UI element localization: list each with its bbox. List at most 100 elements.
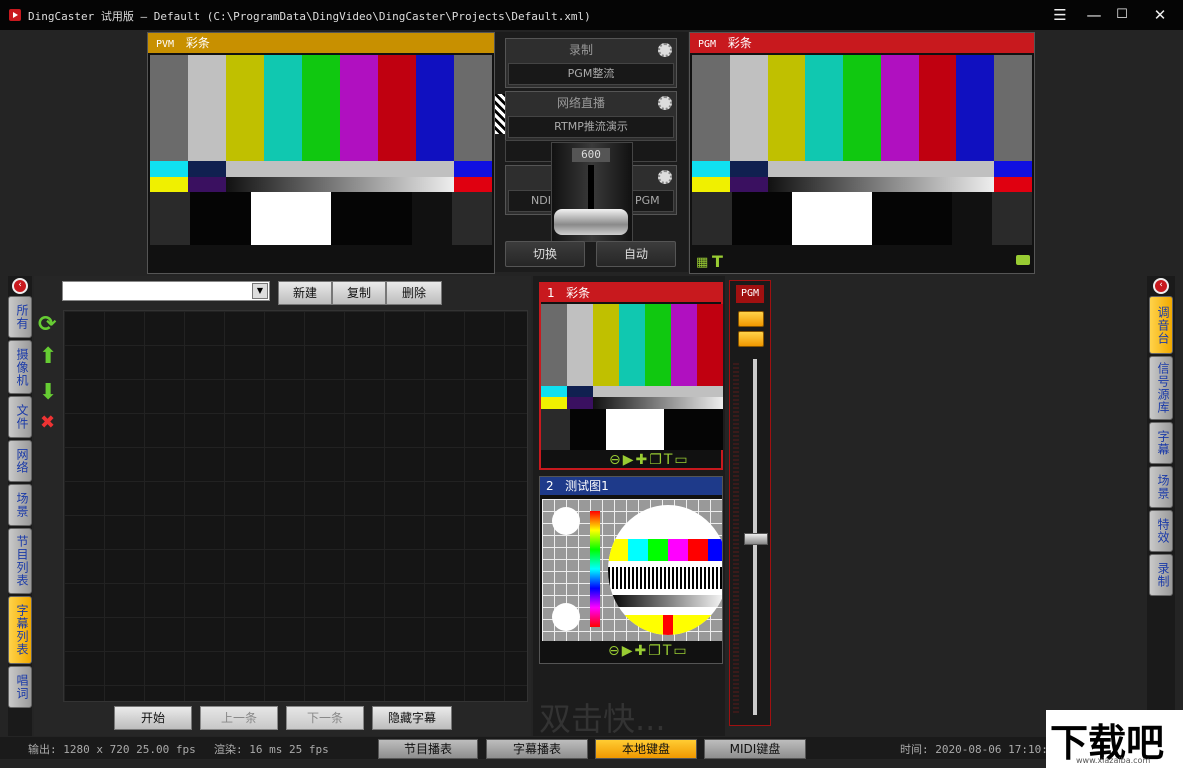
ndi-gear-icon[interactable] [658,170,672,184]
next-button[interactable]: 下一条 [286,706,364,730]
monitor-icon[interactable]: ▭ [673,643,688,659]
copy-button[interactable]: 复制 [332,281,386,305]
pvm-header: PVM 彩条 [148,33,494,53]
text-icon[interactable]: T [664,452,675,468]
copy-icon[interactable]: ❐ [648,643,663,659]
t-bar-handle[interactable] [554,209,628,235]
text-icon[interactable]: T [663,643,674,659]
t-bar[interactable]: 600 [551,142,633,242]
source-card[interactable]: 1 彩条 ⊖▶✚❐T▭ [539,282,723,470]
remove-icon[interactable]: ✖ [40,412,55,433]
record-panel: 录制 PGM整流 [505,38,677,88]
cut-button[interactable]: 切换 [505,241,585,267]
start-button[interactable]: 开始 [114,706,192,730]
right-tab-1[interactable]: 信号源库 [1149,356,1173,420]
render-status: 渲染: 16 ms 25 fps [214,743,329,756]
left-tab-7[interactable]: 唱词 [8,666,32,708]
watermark: 下载吧 www.xiazaiba.com [1046,710,1183,768]
collapse-right-icon[interactable]: ‹ [1153,278,1169,294]
stream-value[interactable]: RTMP推流演示 [508,116,674,138]
snapshot-icon[interactable] [1016,255,1030,265]
source-toolbar: ⊖▶✚❐T▭ [609,452,690,468]
right-tab-3[interactable]: 场景 [1149,466,1173,508]
test-pattern-thumbnail [542,499,722,641]
level-meter [733,363,739,713]
left-tab-1[interactable]: 摄像机 [8,340,32,394]
pgm-audio-strip: PGM [729,280,771,726]
window-title: DingCaster 试用版 — Default (C:\ProgramData… [28,10,591,23]
minimize-button[interactable]: — [1082,4,1106,26]
pgm-source-name: 彩条 [727,36,752,50]
pvm-color-bars [150,55,492,245]
add-icon[interactable]: ✚ [635,643,649,659]
maximize-button[interactable]: ☐ [1110,4,1134,26]
right-tab-2[interactable]: 字幕 [1149,422,1173,464]
collapse-left-icon[interactable]: ‹ [12,278,28,294]
right-tab-4[interactable]: 特效 [1149,510,1173,552]
title-bar: DingCaster 试用版 — Default (C:\ProgramData… [0,0,1183,30]
output-status: 输出: 1280 x 720 25.00 fps [28,743,196,756]
add-icon[interactable]: ✚ [636,452,650,468]
bottom-tab-2[interactable]: 本地键盘 [595,739,697,759]
left-tab-2[interactable]: 文件 [8,396,32,438]
qr-code [495,94,505,134]
subtitle-select[interactable]: ▼ [62,281,270,301]
close-button[interactable]: ✕ [1148,4,1172,26]
right-tab-5[interactable]: 录制 [1149,554,1173,596]
grid-icon[interactable]: ▦ [696,255,708,270]
refresh-icon[interactable]: ⟳ [38,312,56,337]
time-status: 时间: 2020-08-06 17:10:1 [900,743,1055,756]
left-tab-0[interactable]: 所有 [8,296,32,338]
pvm-monitor[interactable]: PVM 彩条 [147,32,495,274]
t-bar-value: 600 [572,148,610,162]
pvm-source-name: 彩条 [185,36,210,50]
stream-panel: 网络直播 RTMP推流演示 [505,91,677,141]
remove-source-icon[interactable]: ⊖ [609,452,623,468]
app-icon [9,9,21,21]
source-header: 1 彩条 [541,284,721,302]
new-button[interactable]: 新建 [278,281,332,305]
auto-button[interactable]: 自动 [596,241,676,267]
left-tab-5[interactable]: 节目列表 [8,528,32,594]
subtitle-list-grid[interactable] [63,310,528,702]
menu-icon[interactable]: ☰ [1048,4,1072,26]
play-icon[interactable]: ▶ [623,452,636,468]
pgm-tag: PGM [698,39,717,50]
source-index: 1 [547,286,555,300]
bottom-tab-1[interactable]: 字幕播表 [486,739,588,759]
pvm-tag: PVM [156,39,175,50]
prev-button[interactable]: 上一条 [200,706,278,730]
right-tab-0[interactable]: 调音台 [1149,296,1173,354]
copy-icon[interactable]: ❐ [649,452,664,468]
center-control-panel: 录制 PGM整流 网络直播 RTMP推流演示 直播 NDI- PGM 600 切… [495,32,688,272]
solo-button[interactable] [738,331,764,347]
bottom-tab-3[interactable]: MIDI键盘 [704,739,806,759]
play-icon[interactable]: ▶ [622,643,635,659]
source-card[interactable]: 2 测试图1 ⊖▶✚❐T▭ [539,476,723,664]
hide-subtitle-button[interactable]: 隐藏字幕 [372,706,452,730]
dropdown-arrow-icon[interactable]: ▼ [252,283,268,299]
ndi-value-right: PGM [635,194,660,207]
move-up-icon[interactable]: ⬆ [39,344,57,369]
drop-hint: 双击快... [539,700,666,738]
mute-button[interactable] [738,311,764,327]
left-tab-4[interactable]: 场景 [8,484,32,526]
move-down-icon[interactable]: ⬇ [39,380,57,405]
pgm-monitor[interactable]: PGM 彩条 ▦ T [689,32,1035,274]
volume-slider-handle[interactable] [744,533,768,545]
stream-gear-icon[interactable] [658,96,672,110]
bottom-tab-0[interactable]: 节目播表 [378,739,478,759]
remove-source-icon[interactable]: ⊖ [608,643,622,659]
record-value[interactable]: PGM整流 [508,63,674,85]
source-thumbnail [541,304,723,450]
record-label: 录制 [568,43,593,57]
delete-button[interactable]: 删除 [386,281,442,305]
record-gear-icon[interactable] [658,43,672,57]
subtitle-list-panel: ▼ 新建 复制 删除 ⟳ ⬆ ⬇ ✖ 开始 上一条 下一条 隐藏字幕 [34,276,531,736]
test-circle [552,507,580,535]
stream-label: 网络直播 [556,96,605,110]
left-tab-6[interactable]: 字幕列表 [8,596,32,664]
left-tab-3[interactable]: 网络 [8,440,32,482]
monitor-icon[interactable]: ▭ [674,452,689,468]
text-overlay-icon[interactable]: T [712,252,723,271]
